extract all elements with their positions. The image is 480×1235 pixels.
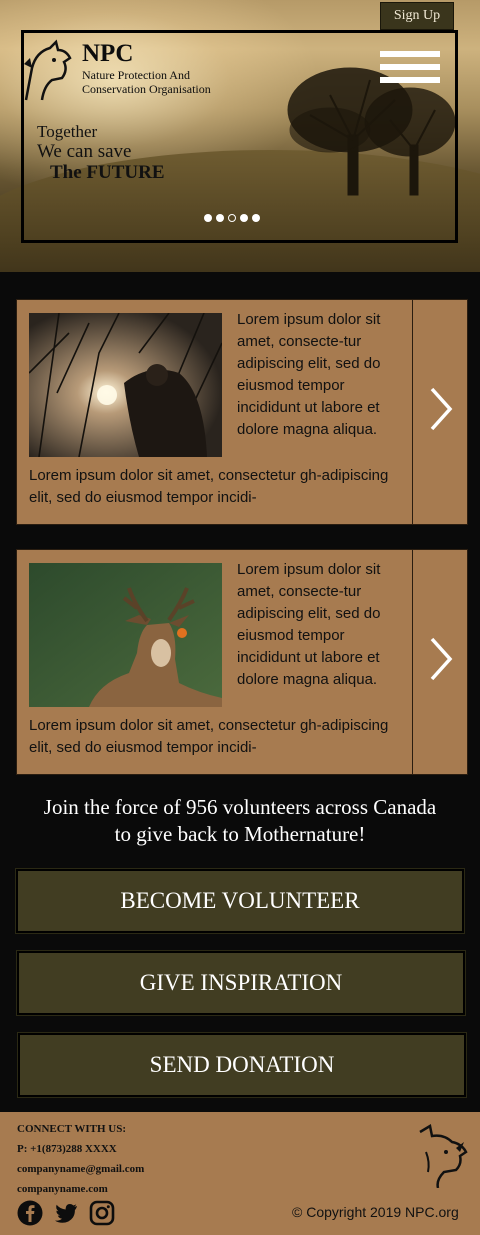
news-card: Lorem ipsum dolor sit amet, consecte-tur… — [16, 299, 468, 525]
website-link[interactable]: companyname.com — [17, 1179, 144, 1199]
card-next-button[interactable] — [412, 549, 469, 775]
rhino-logo-icon — [419, 1124, 468, 1188]
slider-dot[interactable] — [240, 214, 248, 222]
signup-button[interactable]: Sign Up — [380, 2, 454, 30]
slider-dot[interactable] — [252, 214, 260, 222]
facebook-icon[interactable] — [17, 1200, 43, 1226]
give-inspiration-button[interactable]: GIVE INSPIRATION — [16, 950, 466, 1016]
footer: CONNECT WITH US: P: +1(873)288 XXXX comp… — [0, 1112, 480, 1235]
brand-block: NPC Nature Protection And Conservation O… — [82, 40, 211, 96]
join-line-2: to give back to Mothernature! — [114, 822, 366, 846]
tagline-line-2: We can save — [37, 141, 132, 162]
hero-banner: Sign Up NPC Nature Protection And Conser… — [0, 0, 480, 272]
copyright-text: © Copyright 2019 NPC.org — [292, 1204, 459, 1220]
news-card: Lorem ipsum dolor sit amet, consecte-tur… — [16, 549, 468, 775]
contact-info: CONNECT WITH US: P: +1(873)288 XXXX comp… — [17, 1119, 144, 1199]
slider-dots — [204, 214, 260, 222]
rhino-logo-icon — [24, 39, 72, 101]
tagline-line-1: Together — [37, 122, 98, 141]
twitter-icon[interactable] — [53, 1200, 79, 1226]
card-bottom-text: Lorem ipsum dolor sit amet, consectetur … — [29, 717, 389, 756]
slider-dot-active[interactable] — [228, 214, 236, 222]
slider-dot[interactable] — [204, 214, 212, 222]
join-message: Join the force of 956 volunteers across … — [0, 794, 480, 848]
chevron-right-icon — [430, 387, 453, 431]
slider-dot[interactable] — [216, 214, 224, 222]
join-line-1: Join the force of 956 volunteers across … — [43, 795, 437, 819]
instagram-icon[interactable] — [89, 1200, 115, 1226]
connect-heading: CONNECT WITH US: — [17, 1123, 127, 1135]
brand-subtitle-1: Nature Protection And — [82, 68, 190, 82]
card-side-text: Lorem ipsum dolor sit amet, consecte-tur… — [237, 311, 381, 438]
become-volunteer-button[interactable]: BECOME VOLUNTEER — [15, 868, 465, 934]
chevron-right-icon — [430, 637, 453, 681]
tagline-line-3: The FUTURE — [50, 162, 165, 183]
brand-name: NPC — [82, 40, 134, 67]
hamburger-menu-icon[interactable] — [380, 51, 440, 89]
email-link[interactable]: companyname@gmail.com — [17, 1159, 144, 1179]
deer-photo — [29, 563, 222, 707]
send-donation-button[interactable]: SEND DONATION — [17, 1032, 467, 1098]
card-side-text: Lorem ipsum dolor sit amet, consecte-tur… — [237, 561, 381, 688]
phone-text: P: +1(873)288 XXXX — [17, 1143, 117, 1155]
hero-tagline: Together We can save The FUTURE — [37, 122, 165, 184]
card-next-button[interactable] — [412, 299, 469, 525]
social-links — [17, 1200, 115, 1226]
brand-subtitle-2: Conservation Organisation — [82, 82, 211, 96]
card-bottom-text: Lorem ipsum dolor sit amet, consectetur … — [29, 467, 389, 506]
forest-worker-photo — [29, 313, 222, 457]
